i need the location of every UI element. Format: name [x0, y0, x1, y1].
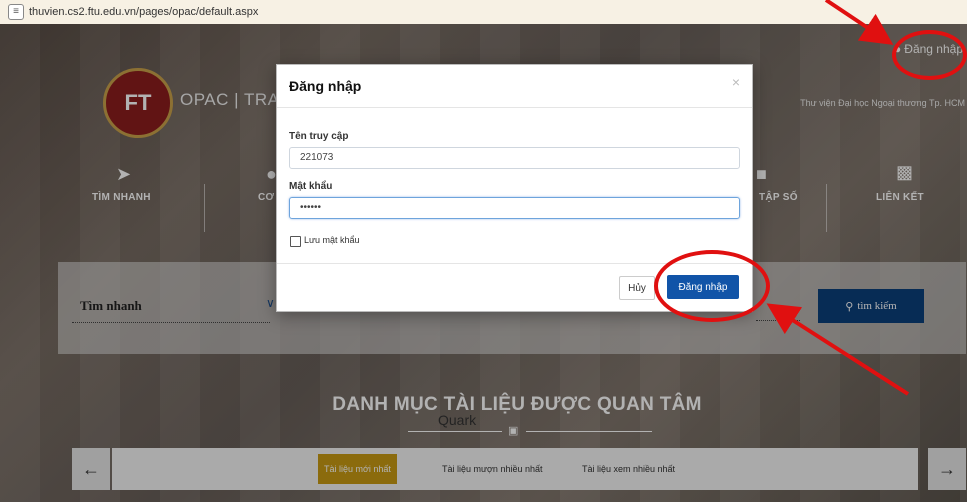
close-icon[interactable]: ×	[732, 74, 740, 90]
modal-header: Đăng nhập ×	[277, 65, 752, 108]
annotation-circle-login-button	[654, 250, 770, 322]
remember-password-checkbox[interactable]	[290, 236, 301, 247]
cancel-button[interactable]: Hủy	[619, 276, 655, 300]
modal-title: Đăng nhập	[289, 78, 362, 94]
username-field[interactable]: 221073	[289, 147, 740, 169]
password-field[interactable]: ••••••	[289, 197, 740, 219]
annotation-circle-login-link	[892, 30, 967, 80]
remember-password-label[interactable]: Lưu mật khẩu	[304, 235, 360, 245]
site-settings-icon[interactable]: ≡	[8, 4, 24, 20]
url-text[interactable]: thuvien.cs2.ftu.edu.vn/pages/opac/defaul…	[29, 6, 258, 18]
browser-address-bar[interactable]: ≡ thuvien.cs2.ftu.edu.vn/pages/opac/defa…	[0, 0, 967, 25]
username-label: Tên truy cập	[289, 131, 349, 142]
password-label: Mật khẩu	[289, 181, 333, 192]
